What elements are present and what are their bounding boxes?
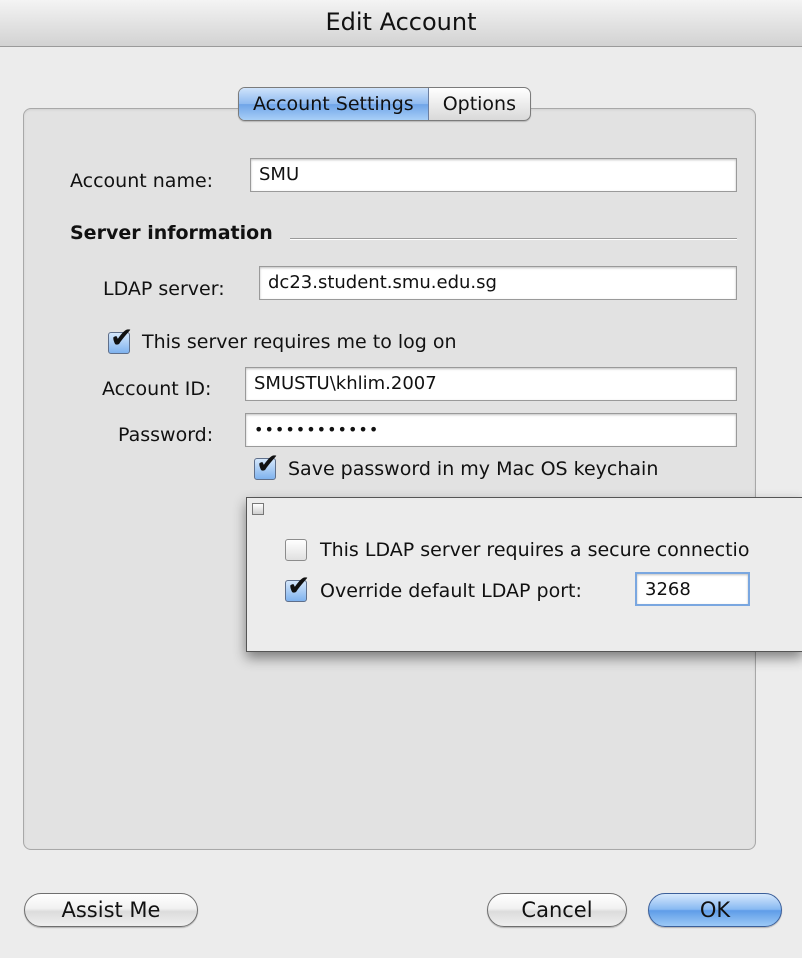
secure-connection-checkbox[interactable]	[285, 539, 307, 561]
ldap-server-field[interactable]: dc23.student.smu.edu.sg	[259, 266, 737, 300]
window-title: Edit Account	[325, 8, 477, 36]
popup-close-button[interactable]	[252, 503, 264, 515]
requires-logon-label: This server requires me to log on	[142, 331, 457, 353]
checkmark-icon: ✔	[110, 321, 134, 354]
account-id-field[interactable]: SMUSTU\khlim.2007	[245, 367, 737, 401]
account-name-field[interactable]: SMU	[250, 158, 737, 192]
password-label: Password:	[118, 424, 214, 446]
save-password-checkbox[interactable]: ✔	[254, 450, 279, 480]
account-id-label: Account ID:	[102, 378, 212, 400]
assist-me-button[interactable]: Assist Me	[24, 893, 198, 927]
checkmark-icon: ✔	[256, 447, 280, 480]
tab-bar: Account Settings Options	[238, 87, 531, 121]
ldap-options-popup: This LDAP server requires a secure conne…	[246, 497, 802, 652]
account-name-label: Account name:	[70, 170, 214, 192]
cancel-button[interactable]: Cancel	[487, 893, 627, 927]
server-information-heading: Server information	[70, 222, 273, 244]
secure-connection-label: This LDAP server requires a secure conne…	[320, 539, 750, 561]
tab-options[interactable]: Options	[429, 88, 530, 120]
override-port-label: Override default LDAP port:	[320, 580, 582, 602]
requires-logon-checkbox[interactable]: ✔	[108, 324, 133, 354]
override-port-checkbox[interactable]: ✔	[285, 572, 310, 602]
section-divider	[290, 238, 737, 239]
tab-account-settings[interactable]: Account Settings	[239, 88, 429, 120]
title-bar: Edit Account	[0, 0, 802, 47]
save-password-label: Save password in my Mac OS keychain	[288, 458, 659, 480]
ldap-server-label: LDAP server:	[103, 278, 225, 300]
ok-button[interactable]: OK	[648, 893, 782, 927]
password-field[interactable]: ••••••••••••	[245, 413, 737, 447]
ldap-port-field[interactable]: 3268	[635, 572, 750, 606]
checkmark-icon: ✔	[287, 569, 311, 602]
